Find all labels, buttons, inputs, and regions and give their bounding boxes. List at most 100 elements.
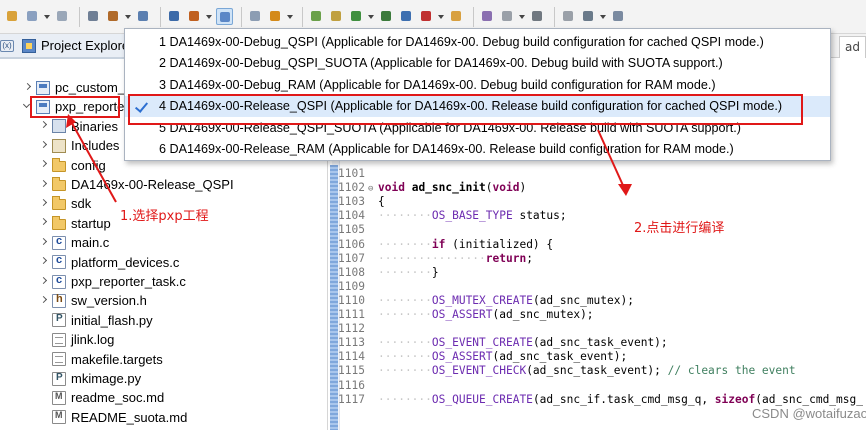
project-settings-icon[interactable] (85, 8, 102, 25)
tree-item-label: readme_soc.md (71, 390, 165, 406)
code-line: 1102 ⊖ void ad_snc_init(void) (338, 180, 526, 195)
tree-item[interactable]: platform_devices.c (38, 253, 179, 272)
tree-item-label: sw_version.h (71, 293, 147, 309)
run-icon-glyph (351, 11, 361, 21)
tree-item-label: initial_flash.py (71, 312, 153, 328)
tree-item[interactable]: main.c (38, 233, 109, 252)
build-hammer-icon-glyph (108, 11, 118, 21)
chevron-right-icon[interactable] (38, 277, 48, 287)
chevron-right-icon[interactable] (38, 180, 48, 190)
tree-item[interactable]: README_suota.md (38, 408, 187, 427)
terminal-icon-glyph (169, 11, 179, 21)
dropdown-arrow-icon[interactable] (287, 8, 293, 25)
pencil-icon[interactable] (479, 8, 496, 25)
edit-icon[interactable] (560, 8, 577, 25)
run-icon[interactable] (348, 8, 365, 25)
tree-item[interactable]: pxp_reporter_task.c (38, 272, 186, 291)
external-tools-icon-glyph (311, 11, 321, 21)
dropdown-arrow-icon[interactable] (368, 8, 374, 25)
chevron-right-icon[interactable] (38, 121, 48, 131)
chevron-right-icon[interactable] (38, 296, 48, 306)
annotation-arrow-1 (66, 114, 117, 203)
dropdown-arrow-icon[interactable] (206, 8, 212, 25)
new-icon[interactable] (4, 8, 21, 25)
paragraph-icon[interactable] (529, 8, 546, 25)
editor-tab-ad[interactable]: ad (839, 36, 866, 58)
search-icon[interactable] (216, 8, 233, 25)
at-icon-glyph (401, 11, 411, 21)
chevron-right-icon[interactable] (38, 141, 48, 151)
menu-item-build-config[interactable]: 1 DA1469x-00-Debug_QSPI (Applicable for … (125, 31, 830, 52)
code-text: ········OS_ASSERT(ad_snc_mutex); (378, 308, 594, 321)
dropdown-arrow-icon[interactable] (438, 8, 444, 25)
highlight-box-menu-item (128, 94, 803, 125)
variables-view-icon[interactable]: (x) (0, 40, 14, 52)
menu-item-build-config[interactable]: 6 DA1469x-00-Release_RAM (Applicable for… (125, 139, 830, 160)
bug-icon[interactable] (378, 8, 395, 25)
search-icon-glyph (220, 12, 230, 22)
chevron-right-icon[interactable] (38, 160, 48, 170)
code-text: ········OS_BASE_TYPE status; (378, 209, 567, 223)
toolbar-separator (473, 6, 474, 27)
line-number: 1117 (338, 392, 365, 406)
chevron-right-icon[interactable] (22, 83, 32, 93)
toggle-icon[interactable] (499, 8, 516, 25)
tree-item[interactable]: readme_soc.md (38, 388, 164, 407)
line-number: 1104 (338, 209, 365, 223)
chevron-right-icon[interactable] (38, 238, 48, 248)
binary-icon[interactable] (135, 8, 152, 25)
external-tools-icon[interactable] (308, 8, 325, 25)
new-class-icon[interactable] (328, 8, 345, 25)
menu-item-label: 3 DA1469x-00-Debug_RAM (Applicable for D… (159, 77, 716, 92)
navigate-icon[interactable] (610, 8, 627, 25)
refresh-icon[interactable] (247, 8, 264, 25)
tree-item[interactable]: pc_custom_ (22, 78, 125, 97)
project-explorer-tab[interactable]: (x) Project Explore (0, 34, 140, 58)
build-hammer-icon[interactable] (105, 8, 122, 25)
new-class-icon-glyph (331, 11, 341, 21)
check-spacer (125, 31, 159, 52)
tree-item-label: mkimage.py (71, 371, 142, 386)
pencil-icon-glyph (482, 11, 492, 21)
toolbar-separator (554, 6, 555, 27)
menu-item-build-config[interactable]: 3 DA1469x-00-Debug_RAM (Applicable for D… (125, 74, 830, 95)
debug-config-icon-glyph (189, 11, 199, 21)
dropdown-arrow-icon[interactable] (125, 8, 131, 25)
paragraph-icon-glyph (532, 11, 542, 21)
cfile-icon (52, 235, 66, 250)
folder-icon (52, 215, 66, 230)
tree-item[interactable]: mkimage.py (38, 369, 141, 388)
at-icon[interactable] (398, 8, 415, 25)
chevron-right-icon[interactable] (38, 199, 48, 209)
open-file-icon[interactable] (267, 8, 284, 25)
menu-item-label: 2 DA1469x-00-Debug_QSPI_SUOTA (Applicabl… (159, 56, 723, 70)
tree-item-label: pxp_reporter_task.c (71, 274, 186, 289)
tree-item[interactable]: initial_flash.py (38, 311, 153, 330)
chevron-right-icon[interactable] (38, 218, 48, 228)
dropdown-arrow-icon[interactable] (519, 8, 525, 25)
save-icon[interactable] (24, 8, 41, 25)
chevron-right-icon[interactable] (38, 257, 48, 267)
code-text: ········OS_ASSERT(ad_snc_task_event); (378, 350, 628, 364)
save-all-icon[interactable] (54, 8, 71, 25)
open-file-icon-glyph (270, 11, 280, 21)
project-explorer-title: Project Explore (41, 38, 130, 53)
dropdown-icon[interactable] (580, 8, 597, 25)
terminal-icon[interactable] (166, 8, 183, 25)
tree-item[interactable]: sw_version.h (38, 291, 147, 310)
tree-item[interactable]: makefile.targets (38, 350, 163, 369)
code-line: 1117 ········OS_QUEUE_CREATE(ad_snc_if.ta… (338, 392, 863, 407)
save-icon-glyph (27, 11, 37, 21)
code-text: void ad_snc_init(void) (378, 181, 527, 195)
stop-icon[interactable] (418, 8, 435, 25)
line-number: 1114 (338, 350, 365, 364)
debug-config-icon[interactable] (186, 8, 203, 25)
folder-open-icon[interactable] (448, 8, 465, 25)
menu-item-build-config[interactable]: 2 DA1469x-00-Debug_QSPI_SUOTA (Applicabl… (125, 53, 830, 74)
tree-item[interactable]: jlink.log (38, 330, 114, 349)
code-text: ········OS_EVENT_CREATE(ad_snc_task_even… (378, 336, 668, 350)
dropdown-arrow-icon[interactable] (44, 8, 50, 25)
dropdown-arrow-icon[interactable] (600, 8, 606, 25)
